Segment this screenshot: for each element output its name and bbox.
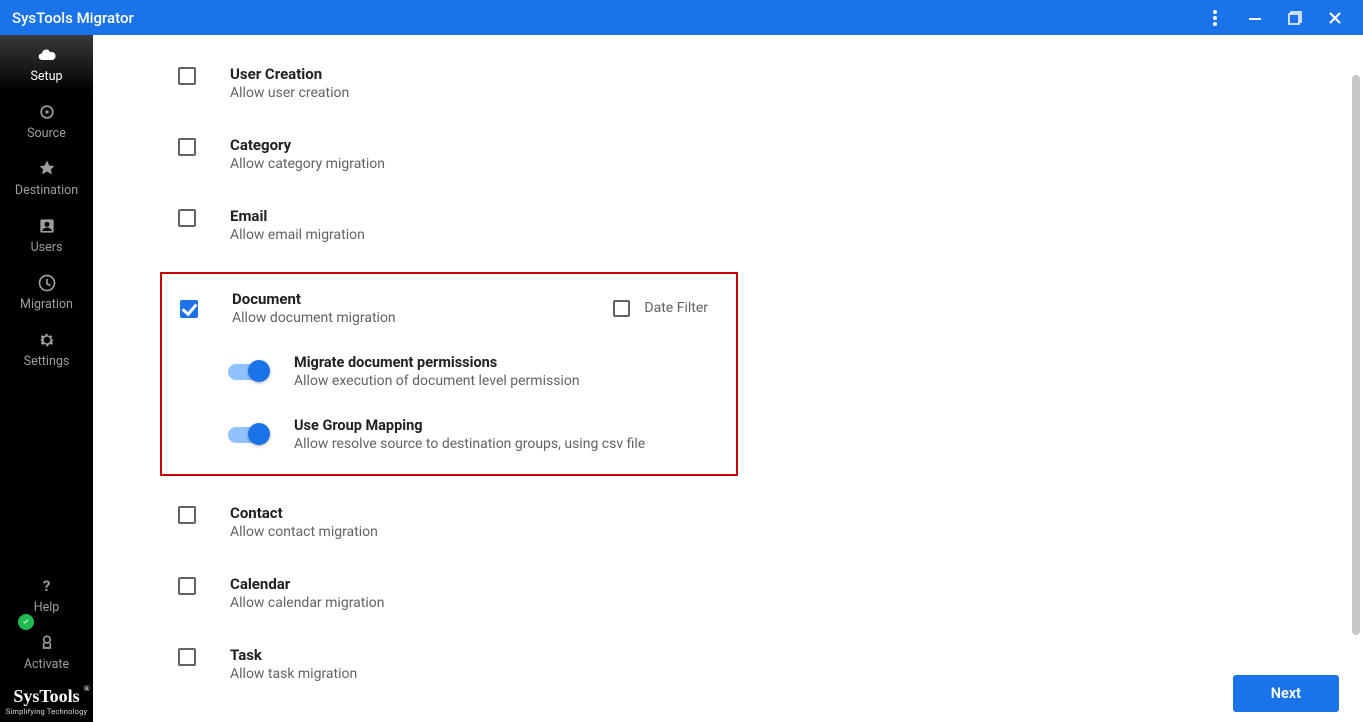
date-filter-label: Date Filter [644,300,708,316]
toggle-knob [248,423,270,445]
date-filter-group: Date Filter [613,300,718,317]
sub-title: Migrate document permissions [294,354,580,371]
option-category: Category Allow category migration [178,136,1309,172]
activate-icon [37,633,57,653]
option-user-creation: User Creation Allow user creation [178,65,1309,101]
toggle-knob [248,360,270,382]
kebab-menu-icon[interactable] [1195,0,1235,35]
sub-option-permissions: Migrate document permissions Allow execu… [228,354,718,389]
option-title: Task [230,646,357,664]
checkbox-contact[interactable] [178,506,196,524]
option-calendar: Calendar Allow calendar migration [178,575,1309,611]
sidebar-item-activate[interactable]: Activate [0,623,93,680]
close-icon[interactable] [1315,0,1355,35]
toggle-migrate-permissions[interactable] [228,364,266,380]
sidebar-item-label: Settings [24,354,70,369]
title-bar: SysTools Migrator [0,0,1363,35]
checkbox-user-creation[interactable] [178,67,196,85]
brand-logo: SysTools Simplifying Technology [0,680,93,722]
sidebar-item-migration[interactable]: Migration [0,263,93,320]
sidebar: Setup Source Destination Users Migration… [0,35,93,722]
users-icon [37,216,57,236]
sidebar-item-label: Migration [20,297,73,312]
option-desc: Allow calendar migration [230,595,384,611]
sidebar-item-label: Source [27,126,66,141]
help-icon: ? [37,576,57,596]
option-desc: Allow task migration [230,666,357,682]
minimize-icon[interactable] [1235,0,1275,35]
option-contact: Contact Allow contact migration [178,504,1309,540]
sidebar-item-source[interactable]: Source [0,92,93,149]
maximize-icon[interactable] [1275,0,1315,35]
option-document-highlight: Document Allow document migration Date F… [160,272,738,476]
sub-title: Use Group Mapping [294,417,645,434]
checkbox-category[interactable] [178,138,196,156]
option-desc: Allow contact migration [230,524,378,540]
svg-text:?: ? [42,577,49,595]
logo-tagline: Simplifying Technology [0,707,93,716]
option-desc: Allow user creation [230,85,349,101]
main-panel: User Creation Allow user creation Catego… [93,35,1363,722]
sub-option-group-mapping: Use Group Mapping Allow resolve source t… [228,417,718,452]
sub-desc: Allow resolve source to destination grou… [294,436,645,452]
sidebar-item-label: Setup [30,69,62,84]
toggle-group-mapping[interactable] [228,427,266,443]
scrollbar-thumb[interactable] [1352,75,1360,635]
destination-icon [37,159,57,179]
option-title: Calendar [230,575,384,593]
checkbox-calendar[interactable] [178,577,196,595]
option-title: User Creation [230,65,349,83]
app-body: Setup Source Destination Users Migration… [0,35,1363,722]
checkbox-date-filter[interactable] [613,300,630,317]
sidebar-item-label: Activate [24,657,69,672]
option-email: Email Allow email migration [178,207,1309,243]
migration-icon [37,273,57,293]
option-title: Document [232,290,396,308]
sidebar-item-label: Destination [15,183,78,198]
cloud-icon [37,45,57,65]
source-icon [37,102,57,122]
checkbox-email[interactable] [178,209,196,227]
footer-actions: Next [1233,675,1339,712]
scrollbar[interactable] [1350,35,1360,722]
activate-status-badge [18,614,34,630]
sidebar-item-label: Help [34,600,60,615]
next-button[interactable]: Next [1233,675,1339,712]
option-title: Email [230,207,365,225]
option-title: Category [230,136,385,154]
sidebar-item-help[interactable]: ? Help [0,566,93,623]
sub-desc: Allow execution of document level permis… [294,373,580,389]
option-desc: Allow category migration [230,156,385,172]
sidebar-item-label: Users [31,240,63,255]
logo-text: SysTools [13,686,79,707]
option-desc: Allow document migration [232,310,396,326]
checkbox-task[interactable] [178,648,196,666]
option-task: Task Allow task migration [178,646,1309,682]
option-desc: Allow email migration [230,227,365,243]
workload-options: User Creation Allow user creation Catego… [93,35,1349,722]
checkbox-document[interactable] [180,300,198,318]
sidebar-item-users[interactable]: Users [0,206,93,263]
option-title: Contact [230,504,378,522]
app-title: SysTools Migrator [12,9,134,27]
gear-icon [37,330,57,350]
sidebar-item-destination[interactable]: Destination [0,149,93,206]
sidebar-item-settings[interactable]: Settings [0,320,93,377]
option-document: Document Allow document migration Date F… [180,290,718,326]
sidebar-item-setup[interactable]: Setup [0,35,93,92]
